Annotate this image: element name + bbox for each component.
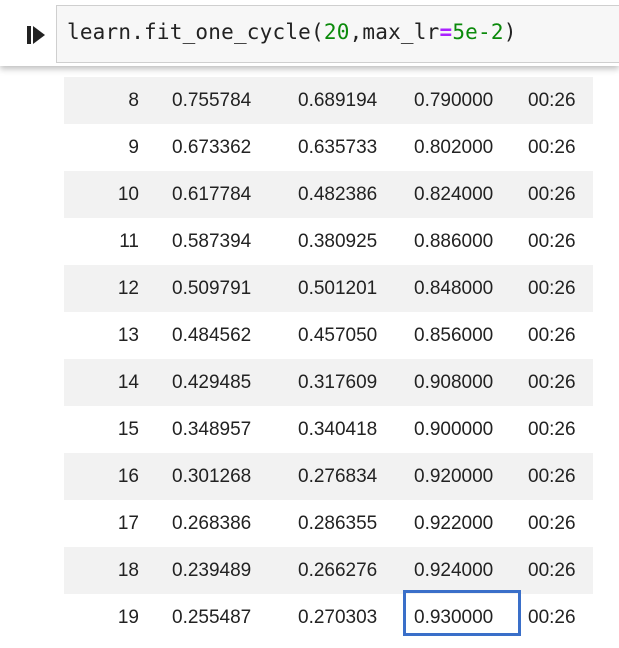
train-loss-cell: 0.587394 [172, 231, 252, 252]
valid-loss-cell: 0.266276 [298, 560, 378, 581]
epoch-cell: 14 [117, 372, 139, 393]
valid-loss-cell: 0.457050 [298, 325, 378, 346]
table-row: 12 0.509791 0.501201 0.848000 00:26 [64, 265, 593, 312]
time-cell: 00:26 [528, 278, 576, 299]
train-loss-cell: 0.484562 [172, 325, 252, 346]
time-cell: 00:26 [528, 513, 576, 534]
valid-loss-cell: 0.501201 [298, 278, 378, 299]
epoch-cell: 13 [117, 325, 139, 346]
epoch-cell: 11 [119, 231, 139, 252]
time-cell: 00:26 [528, 325, 576, 346]
valid-loss-cell: 0.270303 [298, 607, 378, 628]
epoch-cell: 12 [117, 278, 139, 299]
valid-loss-cell: 0.340418 [298, 419, 378, 440]
table-row: 16 0.301268 0.276834 0.920000 00:26 [64, 453, 593, 500]
valid-loss-cell: 0.635733 [298, 137, 378, 158]
train-loss-cell: 0.509791 [172, 278, 252, 299]
epoch-cell: 15 [117, 419, 139, 440]
time-cell: 00:26 [528, 137, 576, 158]
train-loss-cell: 0.429485 [172, 372, 252, 393]
time-cell: 00:26 [528, 419, 576, 440]
time-cell: 00:26 [528, 231, 576, 252]
accuracy-cell: 0.848000 [414, 278, 494, 299]
time-cell: 00:26 [528, 90, 576, 111]
train-loss-cell: 0.348957 [172, 419, 252, 440]
train-loss-cell: 0.301268 [172, 466, 252, 487]
accuracy-cell: 0.922000 [414, 513, 494, 534]
run-cell-icon[interactable] [26, 24, 46, 46]
valid-loss-cell: 0.317609 [298, 372, 378, 393]
train-loss-cell: 0.673362 [172, 137, 252, 158]
code-arg-lr: 5e-2 [452, 20, 504, 44]
train-loss-cell: 0.755784 [172, 90, 252, 111]
epoch-cell: 16 [117, 466, 139, 487]
epoch-cell: 10 [117, 184, 139, 205]
time-cell: 00:26 [528, 607, 576, 628]
table-row: 8 0.755784 0.689194 0.790000 00:26 [64, 77, 593, 124]
time-cell: 00:26 [528, 466, 576, 487]
train-loss-cell: 0.255487 [172, 607, 252, 628]
time-cell: 00:26 [528, 560, 576, 581]
epoch-cell: 9 [128, 137, 139, 158]
epoch-cell: 17 [117, 513, 139, 534]
accuracy-cell: 0.920000 [414, 466, 494, 487]
valid-loss-cell: 0.482386 [298, 184, 378, 205]
epoch-cell: 8 [128, 90, 139, 111]
train-loss-cell: 0.617784 [172, 184, 252, 205]
table-row: 18 0.239489 0.266276 0.924000 00:26 [64, 547, 593, 594]
time-cell: 00:26 [528, 372, 576, 393]
accuracy-cell: 0.924000 [414, 560, 494, 581]
accuracy-cell: 0.802000 [414, 137, 494, 158]
epoch-cell: 18 [117, 560, 139, 581]
accuracy-cell: 0.900000 [414, 419, 494, 440]
epoch-cell: 19 [117, 607, 139, 628]
valid-loss-cell: 0.380925 [298, 231, 378, 252]
table-row: 15 0.348957 0.340418 0.900000 00:26 [64, 406, 593, 453]
train-loss-cell: 0.239489 [172, 560, 252, 581]
table-row: 13 0.484562 0.457050 0.856000 00:26 [64, 312, 593, 359]
valid-loss-cell: 0.689194 [298, 90, 378, 111]
valid-loss-cell: 0.286355 [298, 513, 378, 534]
table-row: 14 0.429485 0.317609 0.908000 00:26 [64, 359, 593, 406]
table-row: 10 0.617784 0.482386 0.824000 00:26 [64, 171, 593, 218]
accuracy-cell: 0.856000 [414, 325, 494, 346]
code-function: learn.fit_one_cycle( [67, 20, 324, 44]
code-close-paren: ) [503, 20, 517, 44]
table-row: 17 0.268386 0.286355 0.922000 00:26 [64, 500, 593, 547]
code-editor[interactable]: learn.fit_one_cycle(20,max_lr=5e-2) [56, 5, 619, 63]
code-arg-epochs: 20 [323, 20, 350, 44]
code-line: learn.fit_one_cycle(20,max_lr=5e-2) [67, 20, 517, 44]
code-param-name: ,max_lr [349, 20, 440, 44]
table-row: 19 0.255487 0.270303 0.930000 00:26 [64, 594, 593, 641]
accuracy-cell: 0.930000 [414, 607, 494, 628]
accuracy-cell: 0.790000 [414, 90, 494, 111]
code-operator: = [439, 20, 453, 44]
table-row: 11 0.587394 0.380925 0.886000 00:26 [64, 218, 593, 265]
time-cell: 00:26 [528, 184, 576, 205]
table-row: 9 0.673362 0.635733 0.802000 00:26 [64, 124, 593, 171]
training-results-table: 8 0.755784 0.689194 0.790000 00:26 9 0.673362 0… [64, 77, 593, 641]
valid-loss-cell: 0.276834 [298, 466, 378, 487]
train-loss-cell: 0.268386 [172, 513, 252, 534]
accuracy-cell: 0.824000 [414, 184, 494, 205]
accuracy-cell: 0.908000 [414, 372, 494, 393]
accuracy-cell: 0.886000 [414, 231, 494, 252]
notebook-code-cell[interactable]: learn.fit_one_cycle(20,max_lr=5e-2) [0, 0, 619, 66]
